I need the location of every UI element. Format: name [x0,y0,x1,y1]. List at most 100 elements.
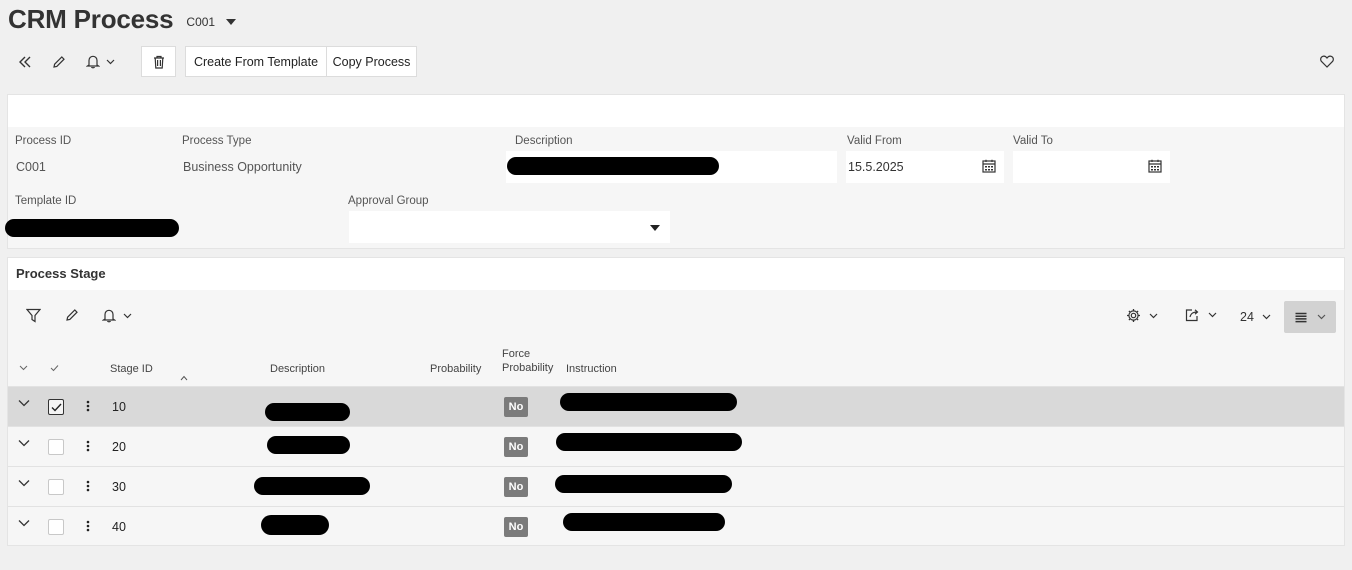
gear-icon [1127,309,1140,322]
more-vertical-icon[interactable] [86,399,90,413]
heart-icon [1320,55,1334,68]
filter-icon [26,308,41,323]
page-title: CRM Process [8,3,174,34]
redacted-instruction [563,513,725,531]
caret-down-icon [650,225,660,231]
process-id-label: Process ID [15,135,72,147]
edit-rows-button[interactable] [65,308,79,322]
calendar-icon[interactable] [1148,159,1162,173]
chevron-down-icon [1317,314,1325,320]
stage-id: 10 [112,400,126,414]
chevron-down-icon [106,59,114,64]
row-checkbox[interactable] [48,439,64,455]
back-button[interactable] [8,46,42,77]
list-view-icon [1295,312,1306,322]
chevron-down-icon[interactable] [18,399,30,407]
template-id-label: Template ID [15,195,77,207]
sort-ascending-icon [180,375,188,381]
table-row[interactable]: 10 No [8,386,1344,426]
chevron-down-icon [1149,313,1158,318]
select-all-icon[interactable] [50,364,59,372]
approval-group-select[interactable] [349,211,670,243]
page-size-select[interactable]: 24 [1240,310,1271,324]
create-from-template-button[interactable]: Create From Template [185,46,327,77]
chevron-down-icon[interactable] [18,519,30,527]
pencil-icon [66,309,78,321]
redacted-template-id [5,219,179,237]
more-vertical-icon[interactable] [86,439,90,453]
export-icon [1185,309,1199,322]
bell-icon [102,309,116,323]
chevron-down-icon[interactable] [18,479,30,487]
redacted-description [265,403,350,421]
approval-group-label: Approval Group [348,195,429,207]
more-vertical-icon[interactable] [86,479,90,493]
column-header-instruction[interactable]: Instruction [566,362,617,376]
valid-from-field[interactable]: 15.5.2025 [846,151,1004,183]
force-probability-badge: No [504,437,528,457]
redacted-description [267,436,350,454]
chevron-down-icon [1208,312,1217,318]
redacted-description [507,157,719,175]
record-selector[interactable]: C001 [186,15,237,29]
more-vertical-icon[interactable] [86,519,90,533]
valid-from-value: 15.5.2025 [848,160,904,174]
description-label: Description [515,135,573,147]
chevron-down-icon [1262,314,1271,320]
copy-process-button[interactable]: Copy Process [326,46,417,77]
force-probability-badge: No [504,397,528,417]
bell-icon [85,55,100,69]
valid-to-label: Valid To [1013,135,1053,147]
section-title: Process Stage [16,266,106,281]
process-stage-table: Process Stage 24 Stage ID Description Pr… [7,257,1345,546]
process-form: Process ID C001 Process Type Business Op… [5,94,1345,249]
trash-icon [153,55,164,69]
table-row[interactable]: 30 No [8,466,1344,506]
redacted-instruction [556,433,742,451]
calendar-icon[interactable] [982,159,996,173]
column-header-force-line-2: Probability [502,362,554,374]
valid-to-field[interactable] [1013,151,1170,183]
page-size-value: 24 [1240,310,1254,324]
row-checkbox[interactable] [48,399,64,415]
favorite-button[interactable] [1316,51,1338,71]
checkmark-icon [51,403,62,412]
redacted-instruction [555,475,732,493]
expand-all-icon[interactable] [19,365,28,371]
table-settings-button[interactable] [1126,308,1158,323]
stage-id: 40 [112,520,126,534]
row-checkbox[interactable] [48,479,64,495]
column-header-description[interactable]: Description [270,362,325,376]
page-header: CRM Process C001 [8,2,237,36]
redacted-instruction [560,393,737,411]
column-header-probability[interactable]: Probability [430,362,481,376]
filter-button[interactable] [26,308,41,323]
process-type-label: Process Type [182,135,252,147]
export-button[interactable] [1185,308,1217,322]
table-row[interactable]: 20 No [8,426,1344,466]
notifications-button[interactable] [78,46,122,77]
column-header-force-line-1: Force [502,348,531,360]
chevron-down-icon [123,313,132,318]
force-probability-badge: No [504,477,528,497]
view-mode-button[interactable] [1284,301,1336,333]
double-chevron-left-icon [19,56,31,67]
stage-id: 30 [112,480,126,494]
record-id: C001 [186,15,216,29]
stage-header: Process Stage [8,258,1344,290]
chevron-down-icon[interactable] [18,439,30,447]
column-header-force-probability[interactable]: Force Probability [502,347,553,375]
column-header-stage-id[interactable]: Stage ID [110,362,153,376]
table-notifications-button[interactable] [102,308,132,323]
valid-from-label: Valid From [847,135,902,147]
stage-id: 20 [112,440,126,454]
process-id-value: C001 [16,160,46,174]
redacted-description [254,477,370,495]
force-probability-badge: No [504,517,528,537]
caret-down-icon [226,19,237,25]
row-checkbox[interactable] [48,519,64,535]
edit-button[interactable] [42,46,76,77]
table-row[interactable]: 40 No [8,506,1344,546]
form-header [8,95,1344,127]
delete-button[interactable] [141,46,176,77]
